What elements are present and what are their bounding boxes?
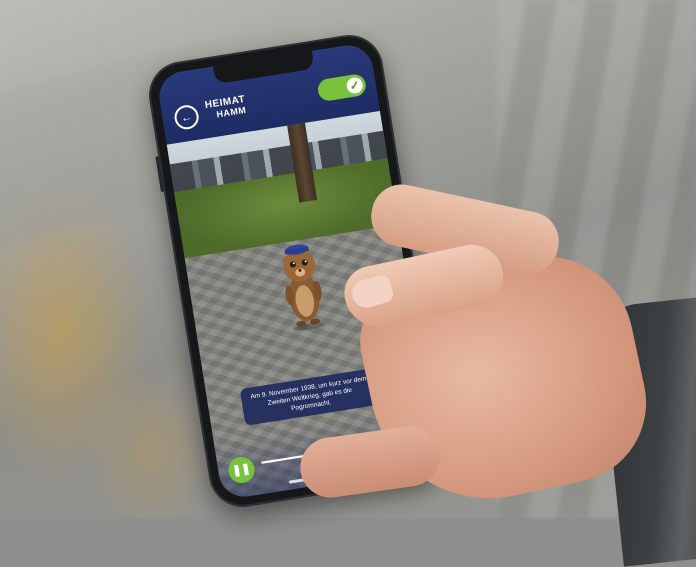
photo-scene: Am 9. November 1938, um kurz vor dem Zwe… (0, 0, 696, 567)
completed-toggle[interactable]: ✓ (316, 72, 368, 103)
back-button[interactable]: ← (172, 103, 201, 131)
heimat-hamm-logo: HEIMAT HAMM (204, 94, 247, 121)
arrow-left-icon: ← (179, 109, 194, 126)
check-icon: ✓ (345, 76, 364, 95)
pause-icon: ❚❚ (231, 462, 252, 478)
pause-button[interactable]: ❚❚ (226, 455, 257, 485)
